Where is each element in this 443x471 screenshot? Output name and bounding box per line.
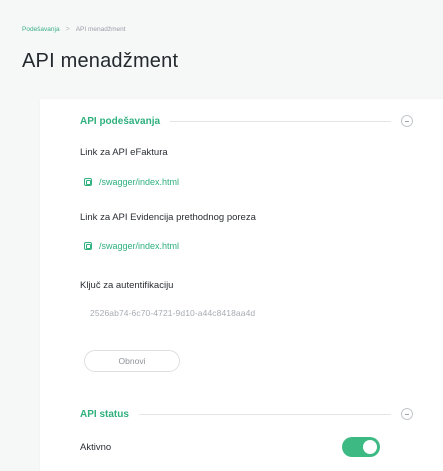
copy-link-icon[interactable] [84,178,92,186]
api-settings-card: API podešavanja Link za API eFaktura /sw… [40,99,443,471]
api-settings-section-header: API podešavanja [80,115,413,127]
collapse-icon[interactable] [401,115,413,127]
auth-key-label: Ključ za autentifikaciju [80,280,174,291]
efaktura-link-row: /swagger/index.html [84,177,179,187]
renew-key-button[interactable]: Obnovi [84,350,180,372]
efaktura-link[interactable]: /swagger/index.html [99,177,179,187]
active-label: Aktivno [80,442,112,453]
copy-link-icon[interactable] [84,242,92,250]
breadcrumb: Podešavanja > API menadžment [22,26,126,33]
evidencija-link[interactable]: /swagger/index.html [99,241,179,251]
breadcrumb-separator: > [65,26,70,33]
toggle-knob [363,440,377,454]
api-status-title: API status [80,408,129,420]
api-settings-title: API podešavanja [80,115,161,127]
evidencija-link-row: /swagger/index.html [84,241,179,251]
efaktura-link-label: Link za API eFaktura [80,147,168,158]
api-status-section-header: API status [80,408,413,420]
breadcrumb-item-current: API menadžment [75,26,126,33]
active-toggle[interactable] [342,437,380,457]
evidencija-link-label: Link za API Evidencija prethodnog poreza [80,212,256,223]
section-divider [138,413,391,415]
auth-key-value: 2526ab74-6c70-4721-9d10-a44c8418aa4d [90,308,256,318]
section-divider [170,120,391,122]
breadcrumb-item-podesavanja[interactable]: Podešavanja [22,26,60,33]
page-title: API menadžment [22,50,179,72]
collapse-icon[interactable] [401,408,413,420]
